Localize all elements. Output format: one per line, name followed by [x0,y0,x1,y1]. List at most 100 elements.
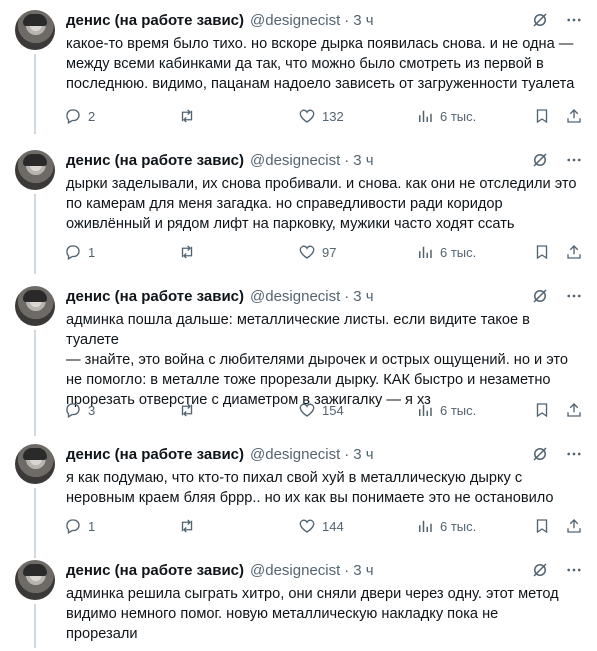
heart-icon [299,403,315,417]
tweet-text: дырки заделывали, их снова пробивали. и … [66,176,577,232]
avatar[interactable] [15,444,55,484]
tweet-time[interactable]: 3 ч [353,152,373,169]
bookmark-button[interactable] [533,106,551,126]
bookmark-button[interactable] [533,400,551,420]
reply-count: 2 [88,108,96,124]
grok-slash-icon[interactable] [531,445,549,463]
bookmark-icon [536,109,548,124]
tweet-top-icons [531,10,583,30]
author-name[interactable]: денис (на работе завис) [66,562,244,579]
tweet-actions: 3 154 6 тыс. [64,400,584,420]
avatar[interactable] [15,560,55,600]
reply-bubble-icon [66,245,80,260]
tweet[interactable]: денис (на работе завис) @designecist · 3… [0,560,597,648]
thread-line [34,54,36,134]
views-button[interactable]: 6 тыс. [416,242,476,262]
more-dots-icon[interactable] [565,287,583,305]
tweet-time[interactable]: 3 ч [353,12,373,29]
tweet-text: я как подумаю, что кто-то пихал свой хуй… [66,470,554,506]
separator-dot: · [344,561,350,579]
tweet-header: денис (на работе завис) @designecist · 3… [66,444,374,464]
share-button[interactable] [565,400,583,420]
tweet[interactable]: денис (на работе завис) @designecist · 3… [0,150,597,274]
tweet-header: денис (на работе завис) @designecist · 3… [66,150,374,170]
share-button[interactable] [565,516,583,536]
tweet[interactable]: денис (на работе завис) @designecist · 3… [0,286,597,436]
heart-icon [299,109,315,123]
author-name[interactable]: денис (на работе завис) [66,12,244,29]
separator-dot: · [344,151,350,169]
bookmark-button[interactable] [533,516,551,536]
share-upload-icon [567,245,581,259]
reply-count: 1 [88,244,96,260]
reply-button[interactable]: 3 [64,400,95,420]
avatar[interactable] [15,10,55,50]
share-button[interactable] [565,242,583,262]
author-handle[interactable]: @designecist [250,288,340,305]
tweet-time[interactable]: 3 ч [353,446,373,463]
views-count: 6 тыс. [440,402,477,418]
reply-button[interactable]: 2 [64,106,95,126]
views-bars-icon [419,404,432,416]
author-handle[interactable]: @designecist [250,446,340,463]
views-count: 6 тыс. [440,518,477,534]
retweet-icon [181,403,193,417]
more-dots-icon[interactable] [565,561,583,579]
tweet-header: денис (на работе завис) @designecist · 3… [66,10,374,30]
views-bars-icon [419,520,432,532]
bookmark-icon [536,245,548,260]
grok-slash-icon[interactable] [531,287,549,305]
thread-line [34,604,36,648]
retweet-button[interactable] [178,242,202,262]
tweet-text: админка решила сыграть хитро, они сняли … [66,586,559,642]
more-dots-icon[interactable] [565,445,583,463]
grok-slash-icon[interactable] [531,561,549,579]
author-name[interactable]: денис (на работе завис) [66,288,244,305]
views-bars-icon [419,246,432,258]
tweet-header: денис (на работе завис) @designecist · 3… [66,286,374,306]
tweet[interactable]: денис (на работе завис) @designecist · 3… [0,444,597,558]
author-name[interactable]: денис (на работе завис) [66,152,244,169]
like-button[interactable]: 97 [298,242,336,262]
author-name[interactable]: денис (на работе завис) [66,446,244,463]
tweet-time[interactable]: 3 ч [353,288,373,305]
tweet-actions: 1 97 6 тыс. [64,242,584,262]
author-handle[interactable]: @designecist [250,12,340,29]
views-button[interactable]: 6 тыс. [416,516,476,536]
share-button[interactable] [565,106,583,126]
retweet-button[interactable] [178,106,202,126]
bookmark-button[interactable] [533,242,551,262]
views-button[interactable]: 6 тыс. [416,400,476,420]
reply-button[interactable]: 1 [64,242,95,262]
more-dots-icon[interactable] [565,11,583,29]
tweet-top-icons [531,286,583,306]
avatar[interactable] [15,286,55,326]
tweet-text: админка пошла дальше: металлические лист… [66,312,569,408]
bookmark-icon [536,519,548,534]
tweet-thread: денис (на работе завис) @designecist · 3… [0,0,597,651]
avatar[interactable] [15,150,55,190]
author-handle[interactable]: @designecist [250,152,340,169]
views-count: 6 тыс. [440,244,477,260]
reply-count: 1 [88,518,96,534]
author-handle[interactable]: @designecist [250,562,340,579]
like-button[interactable]: 144 [298,516,344,536]
grok-slash-icon[interactable] [531,11,549,29]
like-count: 132 [322,108,344,124]
like-button[interactable]: 132 [298,106,344,126]
bookmark-icon [536,403,548,418]
retweet-icon [181,519,193,533]
views-bars-icon [419,110,432,122]
grok-slash-icon[interactable] [531,151,549,169]
views-button[interactable]: 6 тыс. [416,106,476,126]
share-upload-icon [567,109,581,123]
retweet-button[interactable] [178,400,202,420]
thread-line [34,194,36,274]
reply-button[interactable]: 1 [64,516,95,536]
tweet-actions: 2 132 6 тыс. [64,106,584,126]
more-dots-icon[interactable] [565,151,583,169]
like-button[interactable]: 154 [298,400,344,420]
tweet[interactable]: денис (на работе завис) @designecist · 3… [0,10,597,134]
retweet-button[interactable] [178,516,202,536]
tweet-time[interactable]: 3 ч [353,562,373,579]
